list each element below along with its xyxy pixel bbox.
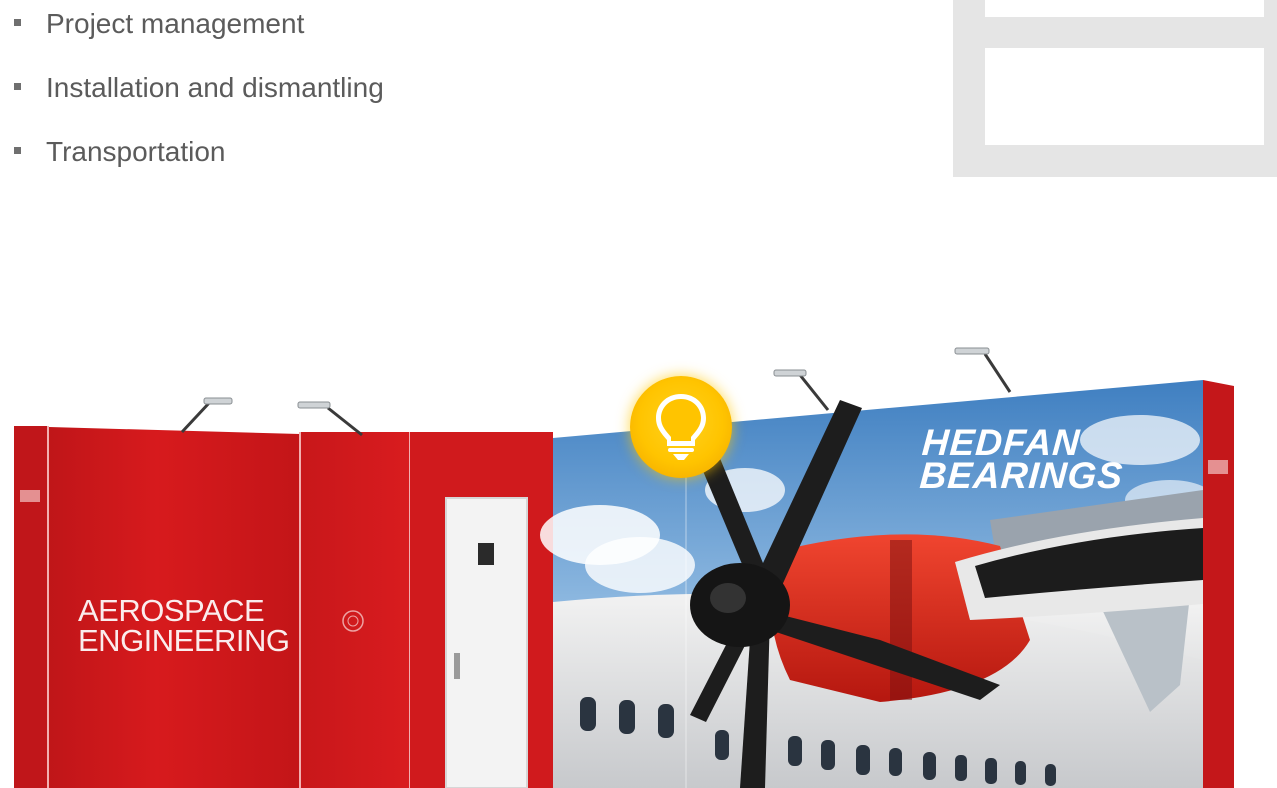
list-item: Installation and dismantling <box>14 71 384 105</box>
bullet-icon <box>14 83 21 91</box>
lightbulb-icon <box>656 394 706 460</box>
bullet-icon <box>14 19 21 27</box>
bullet-icon <box>14 147 21 155</box>
list-item: Project management <box>14 7 304 41</box>
page: Project management Installation and dism… <box>0 0 1277 788</box>
lightbulb-button[interactable] <box>630 376 732 478</box>
sidebar-slot-bottom[interactable] <box>985 48 1264 145</box>
stand-brand-text-right: HEDFAN BEARINGS <box>918 422 1125 496</box>
service-label: Transportation <box>46 136 226 167</box>
exhibition-stand-image: AEROSPACE ENGINEERING HEDFAN BEARINGS <box>0 340 1277 788</box>
service-label: Installation and dismantling <box>46 72 384 103</box>
service-label: Project management <box>46 8 305 39</box>
list-item: Transportation <box>14 135 226 169</box>
stand-brand-text-left: AEROSPACE ENGINEERING <box>78 593 290 658</box>
sidebar-slot-top[interactable] <box>985 0 1264 17</box>
sidebar-box <box>953 0 1277 177</box>
